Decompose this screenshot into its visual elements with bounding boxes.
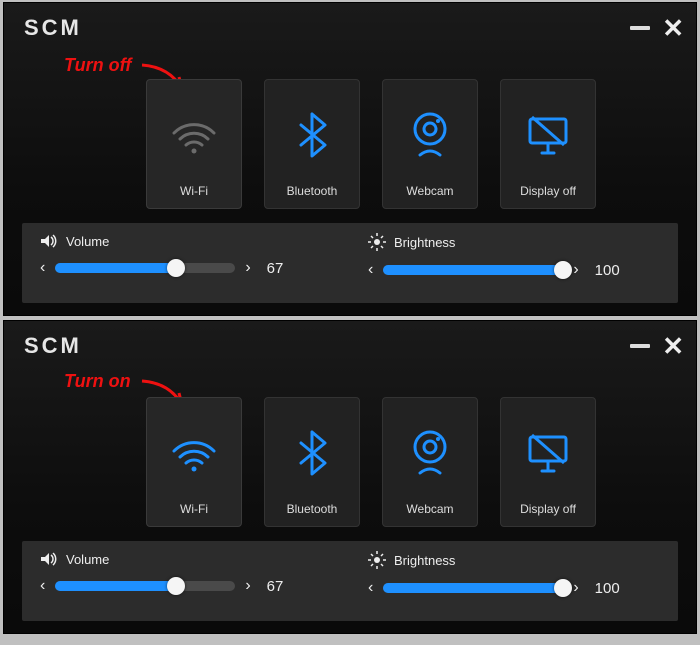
tile-bluetooth[interactable]: Bluetooth [264, 79, 360, 209]
brightness-decrease-button[interactable]: ‹ [368, 261, 373, 279]
brightness-icon [368, 551, 386, 569]
app-logo: SCM [24, 333, 82, 359]
volume-value: 67 [267, 260, 284, 277]
volume-decrease-button[interactable]: ‹ [40, 259, 45, 277]
wifi-icon [169, 398, 219, 502]
brightness-decrease-button[interactable]: ‹ [368, 579, 373, 597]
tile-row: Wi-Fi Bluetooth [146, 79, 596, 209]
volume-increase-button[interactable]: › [245, 259, 250, 277]
volume-increase-button[interactable]: › [245, 577, 250, 595]
volume-icon [40, 233, 58, 249]
brightness-icon [368, 233, 386, 251]
volume-slider[interactable] [55, 263, 235, 273]
tile-webcam[interactable]: Webcam [382, 79, 478, 209]
minimize-button[interactable] [630, 26, 650, 30]
tile-row: Wi-Fi Bluetooth [146, 397, 596, 527]
scm-panel-top: SCM ✕ Turn off [3, 2, 697, 316]
display-off-icon [524, 80, 572, 184]
tile-bluetooth[interactable]: Bluetooth [264, 397, 360, 527]
minimize-button[interactable] [630, 344, 650, 348]
brightness-slider[interactable] [383, 265, 563, 275]
tile-wifi[interactable]: Wi-Fi [146, 79, 242, 209]
bluetooth-icon [295, 398, 329, 502]
brightness-label: Brightness [394, 553, 455, 568]
brightness-value: 100 [595, 262, 620, 279]
annotation-text: Turn on [64, 371, 131, 392]
tile-webcam[interactable]: Webcam [382, 397, 478, 527]
tile-label: Webcam [406, 502, 453, 516]
titlebar: SCM ✕ [24, 333, 684, 359]
brightness-increase-button[interactable]: › [573, 261, 578, 279]
tile-label: Webcam [406, 184, 453, 198]
close-button[interactable]: ✕ [662, 337, 684, 355]
slider-area: Volume ‹ › 67 [22, 541, 678, 621]
tile-label: Wi-Fi [180, 502, 208, 516]
volume-slider[interactable] [55, 581, 235, 591]
panel-stack: SCM ✕ Turn off [0, 0, 700, 636]
tile-display-off[interactable]: Display off [500, 397, 596, 527]
tile-label: Display off [520, 502, 576, 516]
volume-section: Volume ‹ › 67 [22, 223, 350, 303]
volume-section: Volume ‹ › 67 [22, 541, 350, 621]
bluetooth-icon [295, 80, 329, 184]
volume-label: Volume [66, 552, 109, 567]
volume-icon [40, 551, 58, 567]
titlebar: SCM ✕ [24, 15, 684, 41]
app-logo: SCM [24, 15, 82, 41]
annotation-turn-on: Turn on [64, 371, 131, 392]
volume-label: Volume [66, 234, 109, 249]
tile-display-off[interactable]: Display off [500, 79, 596, 209]
brightness-section: Brightness ‹ › 100 [350, 223, 678, 303]
slider-area: Volume ‹ › 67 [22, 223, 678, 303]
annotation-text: Turn off [64, 55, 131, 76]
webcam-icon [408, 80, 452, 184]
tile-label: Bluetooth [287, 502, 338, 516]
tile-label: Display off [520, 184, 576, 198]
wifi-icon [169, 80, 219, 184]
annotation-turn-off: Turn off [64, 55, 131, 76]
tile-label: Wi-Fi [180, 184, 208, 198]
webcam-icon [408, 398, 452, 502]
display-off-icon [524, 398, 572, 502]
scm-panel-bottom: SCM ✕ Turn on [3, 320, 697, 634]
brightness-value: 100 [595, 580, 620, 597]
volume-decrease-button[interactable]: ‹ [40, 577, 45, 595]
brightness-label: Brightness [394, 235, 455, 250]
brightness-section: Brightness ‹ › 100 [350, 541, 678, 621]
volume-value: 67 [267, 578, 284, 595]
close-button[interactable]: ✕ [662, 19, 684, 37]
brightness-increase-button[interactable]: › [573, 579, 578, 597]
tile-label: Bluetooth [287, 184, 338, 198]
brightness-slider[interactable] [383, 583, 563, 593]
tile-wifi[interactable]: Wi-Fi [146, 397, 242, 527]
